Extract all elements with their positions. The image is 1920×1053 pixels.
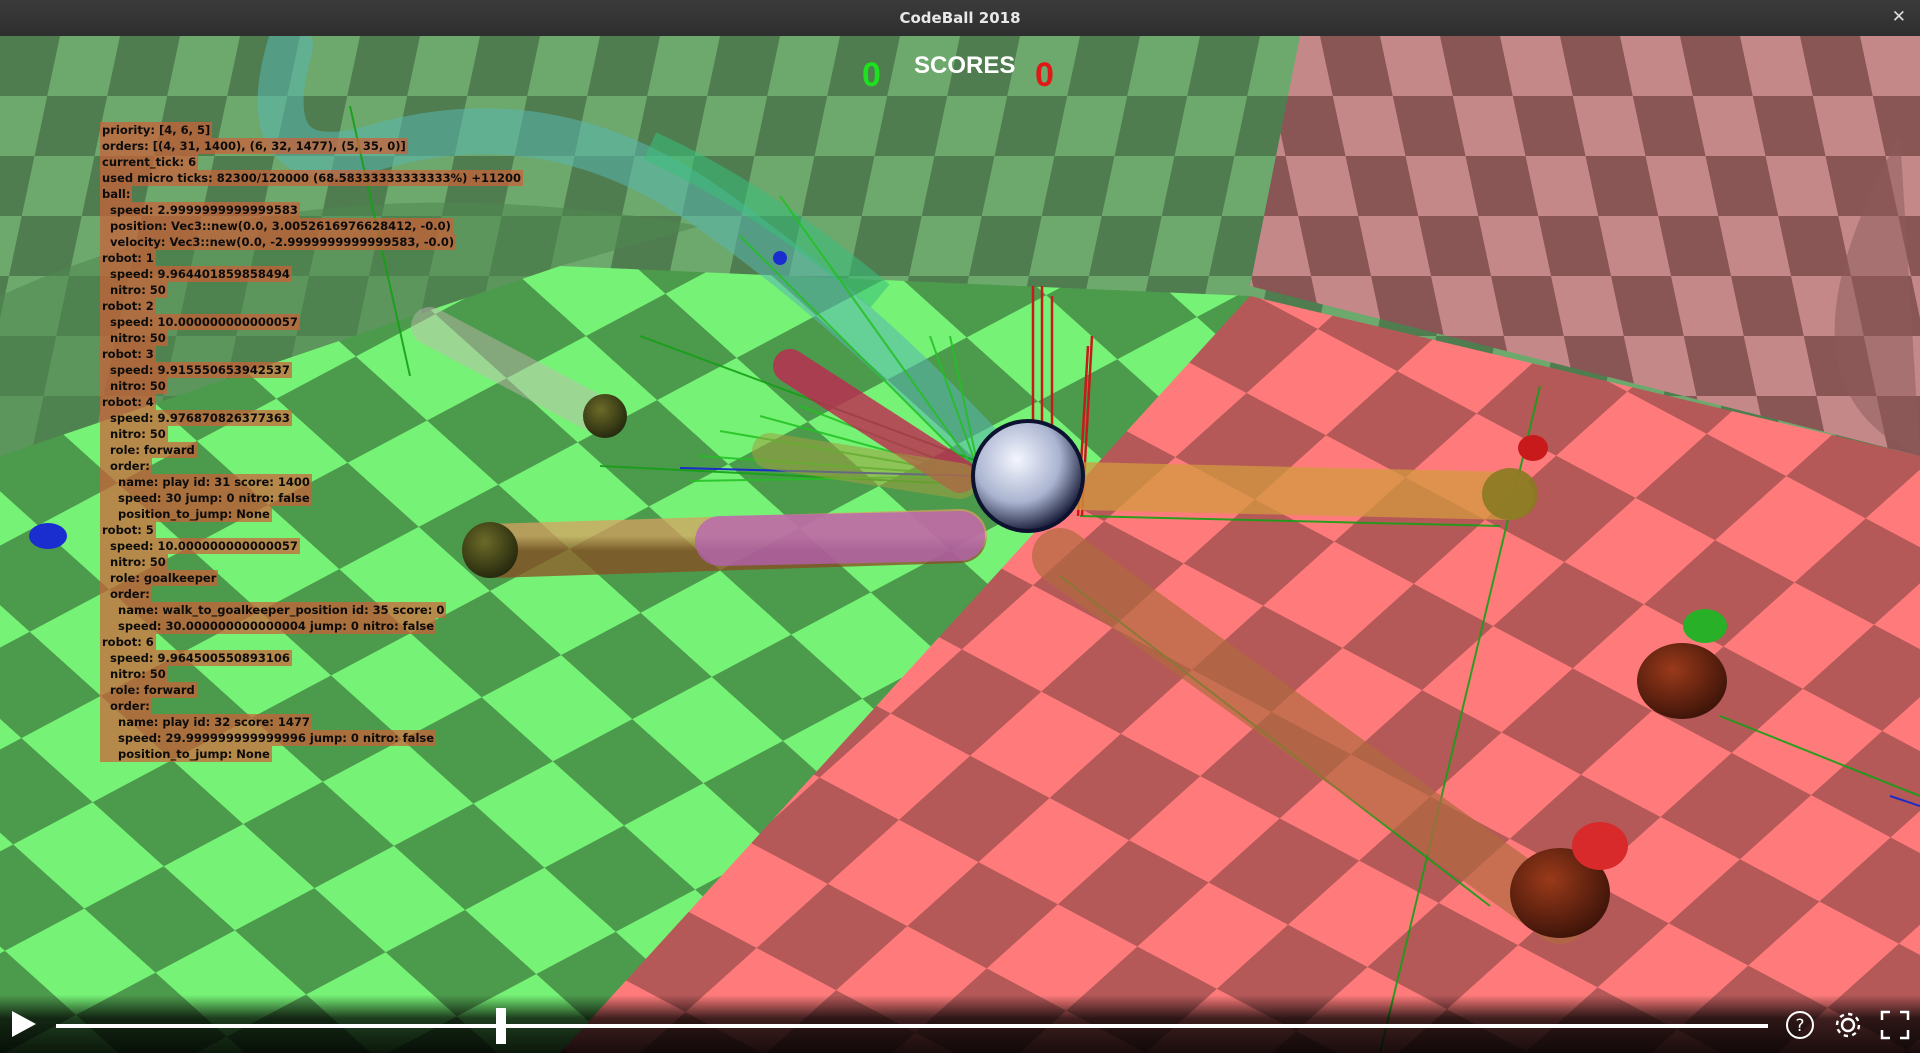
debug-line: order:: [100, 458, 152, 474]
debug-line: robot: 5: [100, 522, 156, 538]
green-team-score: 0: [862, 56, 881, 94]
debug-line: nitro: 50: [100, 378, 168, 394]
debug-line: nitro: 50: [100, 554, 168, 570]
debug-line: nitro: 50: [100, 282, 168, 298]
debug-line: name: walk_to_goalkeeper_position id: 35…: [100, 602, 447, 618]
debug-line: robot: 3: [100, 346, 156, 362]
debug-line: speed: 30.000000000000004 jump: 0 nitro:…: [100, 618, 437, 634]
debug-line: nitro: 50: [100, 666, 168, 682]
window-title: CodeBall 2018: [899, 9, 1021, 27]
play-icon[interactable]: [10, 1009, 38, 1039]
playback-controls: ?: [0, 995, 1920, 1053]
gear-icon[interactable]: [1832, 1009, 1864, 1041]
debug-line: speed: 29.999999999999996 jump: 0 nitro:…: [100, 730, 437, 746]
debug-line: position: Vec3::new(0.0, 3.0052616976628…: [100, 218, 453, 234]
debug-line: role: forward: [100, 442, 197, 458]
debug-line: speed: 9.915550653942537: [100, 362, 292, 378]
debug-line: current_tick: 6: [100, 154, 199, 170]
help-icon[interactable]: ?: [1784, 1009, 1816, 1041]
debug-line: name: play id: 31 score: 1400: [100, 474, 312, 490]
debug-line: order:: [100, 586, 152, 602]
svg-text:?: ?: [1795, 1016, 1804, 1036]
timeline-progress: [56, 1024, 502, 1028]
debug-line: speed: 9.964401859858494: [100, 266, 292, 282]
debug-line: priority: [4, 6, 5]: [100, 122, 213, 138]
game-viewport[interactable]: 0 SCORES 0 priority: [4, 6, 5] orders: [(…: [0, 36, 1920, 1053]
debug-line: position_to_jump: None: [100, 746, 272, 762]
debug-line: role: forward: [100, 682, 197, 698]
debug-line: order:: [100, 698, 152, 714]
debug-line: robot: 2: [100, 298, 156, 314]
debug-line: name: play id: 32 score: 1477: [100, 714, 312, 730]
debug-line: speed: 2.9999999999999583: [100, 202, 300, 218]
debug-line: position_to_jump: None: [100, 506, 272, 522]
debug-line: speed: 9.964500550893106: [100, 650, 292, 666]
red-team-score: 0: [1035, 56, 1054, 94]
debug-line: robot: 6: [100, 634, 156, 650]
close-icon[interactable]: ✕: [1892, 7, 1906, 27]
debug-line: robot: 1: [100, 250, 156, 266]
fullscreen-icon[interactable]: [1879, 1009, 1911, 1041]
timeline-scrubber[interactable]: [56, 1008, 1768, 1044]
debug-line: speed: 30 jump: 0 nitro: false: [100, 490, 312, 506]
debug-line: nitro: 50: [100, 330, 168, 346]
debug-line: velocity: Vec3::new(0.0, -2.999999999999…: [100, 234, 457, 250]
debug-line: speed: 10.000000000000057: [100, 538, 300, 554]
debug-line: nitro: 50: [100, 426, 168, 442]
debug-line: used micro ticks: 82300/120000 (68.58333…: [100, 170, 524, 186]
debug-line: speed: 10.000000000000057: [100, 314, 300, 330]
timeline-handle[interactable]: [496, 1008, 507, 1044]
scoreboard: 0 SCORES 0: [0, 42, 1920, 102]
debug-line: speed: 9.976870826377363: [100, 410, 292, 426]
window-titlebar: CodeBall 2018 ✕: [0, 0, 1920, 37]
debug-line: role: goalkeeper: [100, 570, 219, 586]
debug-line: orders: [(4, 31, 1400), (6, 32, 1477), (…: [100, 138, 408, 154]
debug-line: ball:: [100, 186, 133, 202]
debug-overlay: priority: [4, 6, 5] orders: [(4, 31, 1400…: [100, 122, 524, 762]
scores-label: SCORES: [914, 52, 1016, 79]
debug-line: robot: 4: [100, 394, 156, 410]
